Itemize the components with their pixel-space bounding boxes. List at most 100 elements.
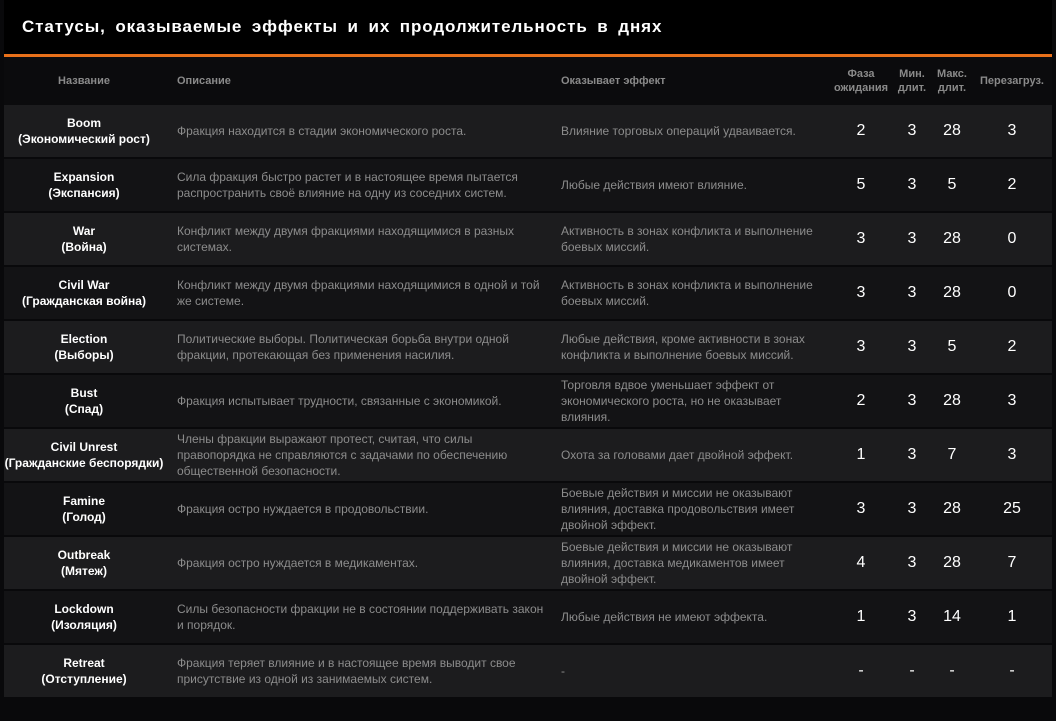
cell-description: Члены фракции выражают протест, считая, … — [177, 429, 547, 481]
status-effect: Влияние торговых операций удваивается. — [561, 124, 796, 138]
column-header-name: Название — [58, 75, 110, 87]
cell-effect: Охота за головами дает двойной эффект. — [561, 429, 826, 481]
cell-name: Bust (Спад) — [4, 375, 164, 427]
status-name: Outbreak (Мятеж) — [58, 547, 111, 579]
status-effect: Любые действия не имеют эффекта. — [561, 610, 768, 624]
status-name: Election (Выборы) — [54, 331, 113, 363]
cell-min: 3 — [896, 375, 928, 427]
status-effect: Охота за головами дает двойной эффект. — [561, 448, 794, 462]
status-name-ru: (Изоляция) — [51, 618, 117, 632]
cell-wait: 4 — [826, 537, 896, 589]
cell-name: Boom (Экономический рост) — [4, 105, 164, 157]
cell-effect: Любые действия имеют влияние. — [561, 159, 826, 211]
cell-wait: - — [826, 645, 896, 697]
cell-effect: Боевые действия и миссии не оказывают вл… — [561, 483, 826, 535]
cell-wait: 1 — [826, 591, 896, 643]
min-value: 3 — [907, 392, 917, 409]
overload-value: 3 — [1007, 392, 1017, 409]
cell-name: War (Война) — [4, 213, 164, 265]
cell-min: 3 — [896, 483, 928, 535]
cell-min: - — [896, 645, 928, 697]
page-title: Статусы, оказываемые эффекты и их продол… — [22, 17, 663, 36]
cell-name: Election (Выборы) — [4, 321, 164, 373]
cell-min: 3 — [896, 105, 928, 157]
wait-value: 5 — [856, 176, 866, 193]
status-description: Фракция остро нуждается в продовольствии… — [177, 502, 429, 516]
cell-overload: 3 — [974, 429, 1050, 481]
table-row: Bust (Спад) Фракция испытывает трудности, … — [4, 375, 1052, 427]
overload-value: 7 — [1007, 554, 1017, 571]
status-name: Civil War (Гражданская война) — [22, 277, 146, 309]
status-effect: Боевые действия и миссии не оказывают вл… — [561, 540, 793, 586]
cell-effect: Активность в зонах конфликта и выполнени… — [561, 213, 826, 265]
status-name-ru: (Спад) — [64, 402, 104, 416]
min-value: 3 — [907, 176, 917, 193]
status-name-ru: (Мятеж) — [61, 564, 107, 578]
cell-effect: Влияние торговых операций удваивается. — [561, 105, 826, 157]
status-name: Retreat (Отступление) — [41, 655, 126, 687]
wait-value: 3 — [856, 284, 866, 301]
cell-description: Конфликт между двумя фракциями находящим… — [177, 267, 547, 319]
status-name: Boom (Экономический рост) — [18, 115, 150, 147]
cell-wait: 5 — [826, 159, 896, 211]
status-name-en: Civil Unrest — [50, 440, 118, 454]
table-row: Lockdown (Изоляция) Силы безопасности фрак… — [4, 591, 1052, 643]
cell-effect: Активность в зонах конфликта и выполнени… — [561, 267, 826, 319]
cell-min: 3 — [896, 159, 928, 211]
status-table: Название Описание Оказывает эффект Фаза … — [4, 57, 1052, 721]
wait-value: 2 — [856, 392, 866, 409]
max-value: 28 — [943, 230, 961, 247]
cell-description: Политические выборы. Политическая борьба… — [177, 321, 547, 373]
min-value: 3 — [907, 608, 917, 625]
cell-min: 3 — [896, 429, 928, 481]
cell-overload: 2 — [974, 321, 1050, 373]
overload-value: 2 — [1007, 338, 1017, 355]
page-frame: Статусы, оказываемые эффекты и их продол… — [0, 0, 1056, 721]
status-effect: Торговля вдвое уменьшает эффект от эконо… — [561, 378, 782, 424]
min-value: 3 — [907, 554, 917, 571]
cell-overload: 7 — [974, 537, 1050, 589]
status-name-en: Expansion — [53, 170, 115, 184]
status-name-ru: (Выборы) — [54, 348, 114, 362]
status-description: Сила фракция быстро растет и в настоящее… — [177, 170, 518, 200]
status-description: Члены фракции выражают протест, считая, … — [177, 432, 508, 478]
status-name: Famine (Голод) — [62, 493, 105, 525]
wait-value: 3 — [856, 338, 866, 355]
cell-description: Фракция остро нуждается в продовольствии… — [177, 483, 547, 535]
cell-wait: 3 — [826, 321, 896, 373]
cell-max: 28 — [931, 375, 973, 427]
max-value: 7 — [947, 446, 957, 463]
cell-max: 28 — [931, 213, 973, 265]
column-header-max: Макс. длит. — [937, 68, 967, 94]
status-name-ru: (Война) — [61, 240, 107, 254]
overload-value: 0 — [1007, 284, 1017, 301]
table-row: Outbreak (Мятеж) Фракция остро нуждается в… — [4, 537, 1052, 589]
cell-wait: 3 — [826, 267, 896, 319]
cell-name: Outbreak (Мятеж) — [4, 537, 164, 589]
cell-max: 28 — [931, 105, 973, 157]
cell-name: Civil War (Гражданская война) — [4, 267, 164, 319]
overload-value: 3 — [1007, 122, 1017, 139]
header-bar: Статусы, оказываемые эффекты и их продол… — [4, 0, 1052, 54]
status-name-ru: (Гражданские беспорядки) — [4, 456, 164, 470]
table-row: Civil Unrest (Гражданские беспорядки) Член… — [4, 429, 1052, 481]
cell-name: Famine (Голод) — [4, 483, 164, 535]
status-effect: Активность в зонах конфликта и выполнени… — [561, 224, 813, 254]
status-effect: Любые действия, кроме активности в зонах… — [561, 332, 805, 362]
cell-max: 5 — [931, 159, 973, 211]
overload-value: 2 — [1007, 176, 1017, 193]
status-name: Expansion (Экспансия) — [48, 169, 119, 201]
cell-description: Конфликт между двумя фракциями находящим… — [177, 213, 547, 265]
cell-name: Lockdown (Изоляция) — [4, 591, 164, 643]
status-description: Силы безопасности фракции не в состоянии… — [177, 602, 544, 632]
wait-value: - — [858, 662, 864, 679]
status-description: Политические выборы. Политическая борьба… — [177, 332, 509, 362]
overload-value: 1 — [1007, 608, 1017, 625]
cell-wait: 1 — [826, 429, 896, 481]
cell-overload: 0 — [974, 267, 1050, 319]
cell-effect: Боевые действия и миссии не оказывают вл… — [561, 537, 826, 589]
cell-effect: Торговля вдвое уменьшает эффект от эконо… — [561, 375, 826, 427]
table-header: Название Описание Оказывает эффект Фаза … — [4, 57, 1052, 105]
status-effect: Боевые действия и миссии не оказывают вл… — [561, 486, 795, 532]
column-header-effect: Оказывает эффект — [561, 75, 666, 87]
